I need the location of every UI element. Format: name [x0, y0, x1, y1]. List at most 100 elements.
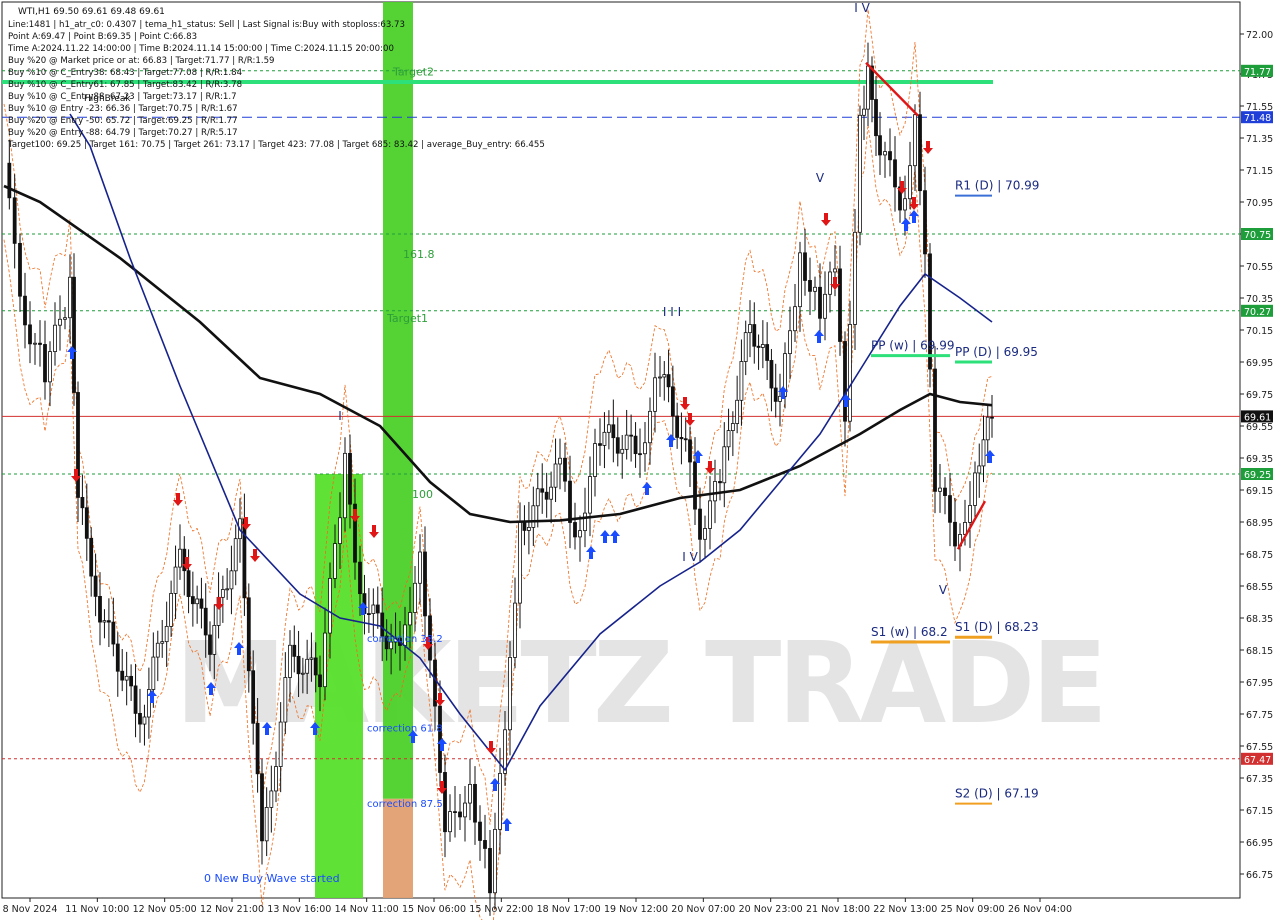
candle-body — [793, 306, 797, 332]
candle-body — [120, 670, 125, 681]
y-tick-label: 70.15 — [1246, 326, 1273, 337]
candle-body — [798, 252, 802, 308]
candle-body — [478, 821, 482, 841]
y-tick-label: 69.75 — [1246, 390, 1273, 401]
zone-label: 161.8 — [403, 248, 435, 261]
candle-body — [933, 368, 937, 492]
candle-body — [968, 505, 972, 523]
target-zone-bar — [383, 2, 413, 799]
candle-body — [338, 517, 342, 544]
symbol-header: WTI,H1 69.50 69.61 69.48 69.61 — [18, 7, 165, 17]
candle-body — [142, 716, 147, 725]
y-tick-label: 70.95 — [1246, 198, 1273, 209]
candle-body — [433, 659, 437, 707]
y-tick-label: 72.00 — [1246, 30, 1273, 41]
x-tick-label: 11 Nov 10:00 — [65, 904, 129, 915]
candle-body — [111, 621, 116, 645]
candle-body — [76, 392, 80, 498]
pivot-label: S1 (D) | 68.23 — [955, 620, 1039, 634]
candle-body — [981, 439, 986, 467]
candle-body — [858, 114, 862, 233]
candle-body — [115, 643, 120, 672]
candle-body — [33, 342, 37, 345]
x-tick-label: 13 Nov 16:00 — [267, 904, 331, 915]
y-tick-label: 68.95 — [1246, 518, 1273, 529]
candle-body — [138, 713, 142, 725]
info-line: Point A:69.47 | Point B:69.35 | Point C:… — [8, 32, 197, 42]
candle-body — [918, 114, 922, 192]
info-line: Buy %20 @ Entry -50: 65.72 | Target:69.2… — [8, 116, 238, 126]
info-line: Buy %10 @ Entry -23: 66.36 | Target:70.7… — [8, 104, 238, 114]
candle-body — [903, 198, 907, 211]
x-tick-label: 8 Nov 2024 — [3, 904, 58, 915]
info-line: Buy %20 @ Market price or at: 66.83 | Ta… — [8, 56, 275, 66]
x-tick-label: 21 Nov 18:00 — [806, 904, 870, 915]
y-tick-label: 66.75 — [1246, 870, 1273, 881]
y-tick-label: 69.35 — [1246, 454, 1273, 465]
candle-body — [408, 612, 412, 626]
candle-body — [866, 65, 870, 110]
price-badge-label: 71.77 — [1244, 67, 1271, 78]
wave-label: I V — [682, 550, 698, 564]
candle-body — [164, 625, 169, 643]
candle-body — [178, 548, 182, 568]
candle-body — [333, 543, 337, 579]
candle-body — [549, 486, 554, 500]
candle-body — [535, 488, 540, 507]
candle-body — [788, 330, 792, 355]
candle-body — [833, 268, 837, 273]
candle-body — [328, 578, 332, 634]
candle-body — [498, 772, 502, 830]
candle-body — [296, 655, 301, 675]
candle-body — [722, 446, 727, 484]
pivot-label: PP (w) | 69.99 — [871, 339, 955, 353]
candle-body — [288, 644, 292, 678]
candle-body — [713, 481, 717, 502]
candle-body — [735, 399, 740, 424]
candle-body — [7, 162, 12, 199]
x-tick-label: 22 Nov 13:00 — [873, 904, 937, 915]
wave-label: V — [939, 583, 948, 597]
candle-body — [760, 344, 765, 348]
candle-body — [343, 452, 347, 519]
x-tick-label: 12 Nov 05:00 — [133, 904, 197, 915]
candle-body — [743, 332, 748, 362]
y-tick-label: 67.55 — [1246, 742, 1273, 753]
candle-body — [300, 672, 305, 675]
candle-body — [43, 344, 47, 383]
candle-body — [990, 416, 994, 419]
highbreak-label: HighBreak — [84, 94, 131, 104]
candle-body — [380, 612, 385, 637]
y-tick-label: 69.55 — [1246, 422, 1273, 433]
candle-body — [818, 286, 822, 319]
candle-body — [493, 828, 497, 894]
candle-body — [375, 604, 380, 614]
info-line: Buy %10 @ C_Entry61: 67.85 | Target:83.4… — [8, 80, 242, 90]
candle-body — [251, 670, 256, 724]
candle-body — [666, 374, 671, 388]
y-tick-label: 68.75 — [1246, 550, 1273, 561]
y-tick-label: 68.35 — [1246, 614, 1273, 625]
candle-body — [629, 434, 634, 437]
candle-body — [423, 551, 427, 617]
info-line: Line:1481 | h1_atr_c0: 0.4307 | tema_h1_… — [8, 20, 405, 30]
x-tick-label: 14 Nov 11:00 — [335, 904, 399, 915]
candle-body — [893, 159, 897, 188]
candle-body — [752, 324, 757, 347]
candle-body — [718, 481, 722, 484]
candle-body — [23, 295, 27, 326]
y-tick-label: 69.95 — [1246, 358, 1273, 369]
info-line: Buy %20 @ Entry -88: 64.79 | Target:70.2… — [8, 128, 238, 138]
candle-body — [769, 360, 774, 389]
price-chart[interactable]: MAKETZ TRADE R1 (D) | 70.99PP (w) | 69.9… — [0, 0, 1280, 924]
zone-label: Target1 — [386, 312, 428, 325]
price-badge-label: 69.25 — [1244, 470, 1271, 481]
candle-body — [518, 520, 522, 604]
candle-body — [366, 613, 371, 615]
candle-body — [698, 508, 702, 540]
candle-body — [938, 487, 942, 492]
y-tick-label: 66.95 — [1246, 838, 1273, 849]
candle-body — [568, 480, 572, 523]
candle-body — [12, 197, 17, 244]
candle-body — [106, 620, 111, 623]
